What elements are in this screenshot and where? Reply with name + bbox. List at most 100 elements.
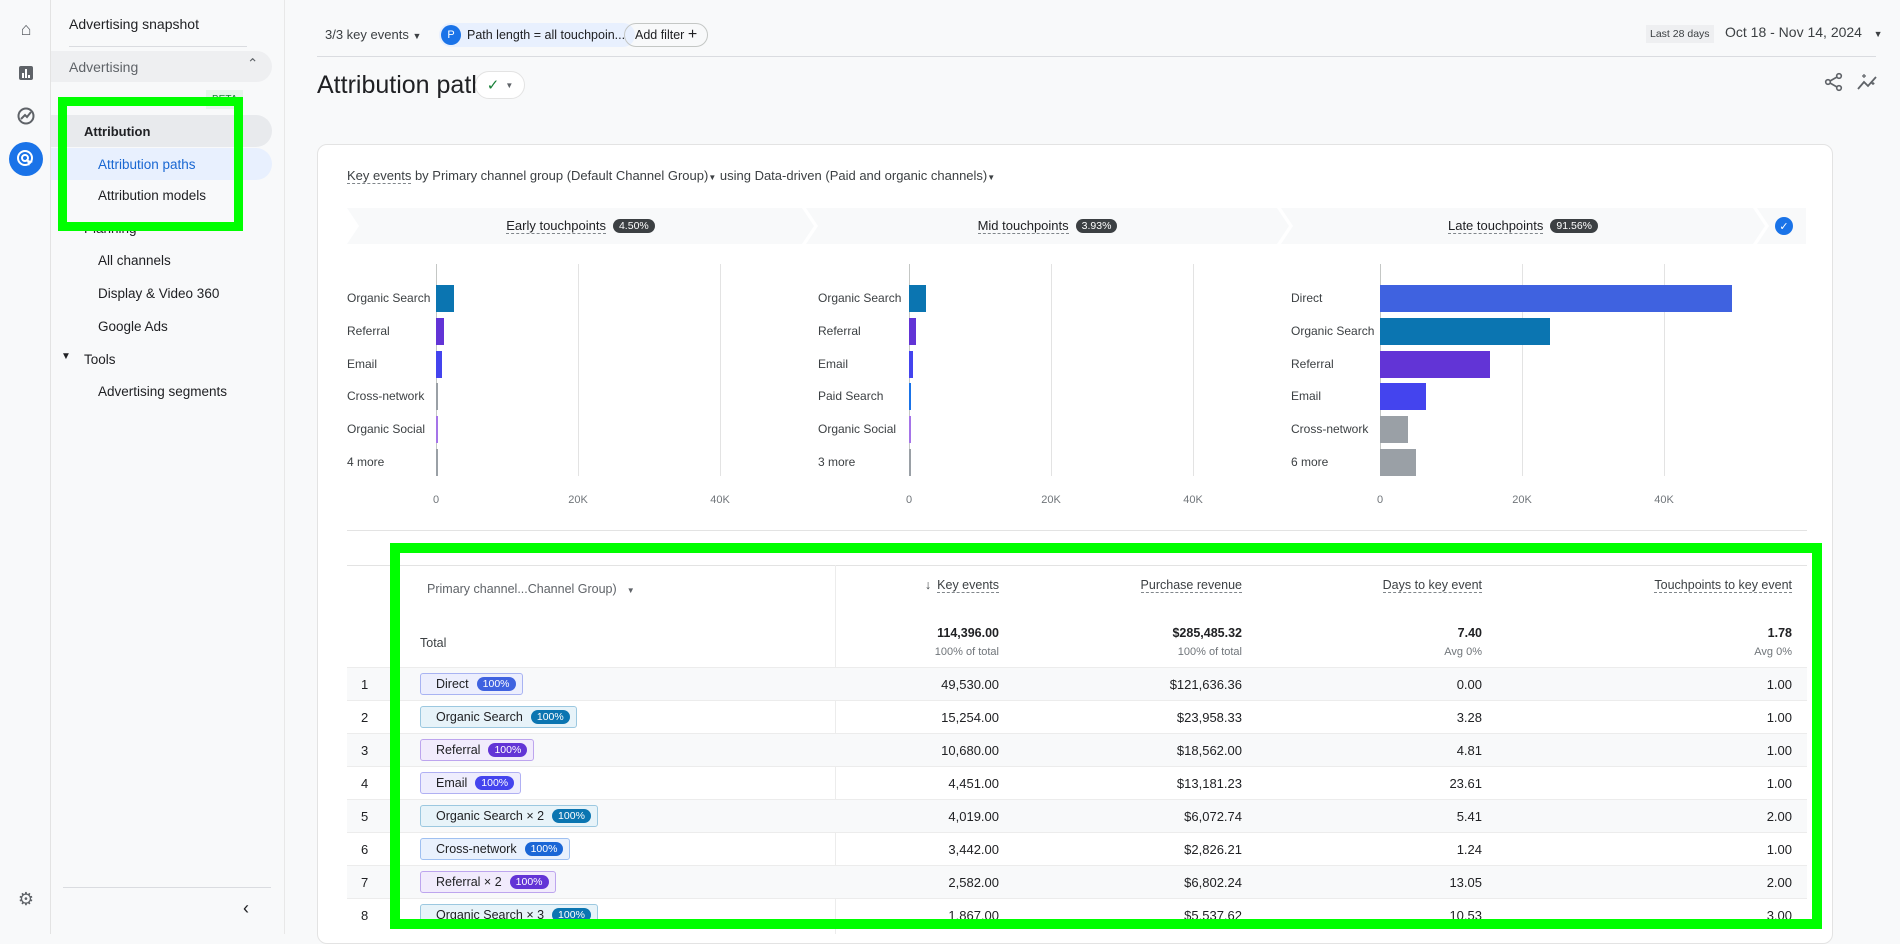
path-chip[interactable]: Referral 100%: [420, 739, 535, 761]
sidebar-group-advertising[interactable]: Advertising ⌃: [51, 51, 272, 82]
bar[interactable]: [436, 383, 438, 410]
path-chip[interactable]: Organic Search 100%: [420, 706, 577, 728]
table-row[interactable]: 7 Referral × 2 100% 2,582.00 $6,802.24 13.05 2…: [347, 865, 1807, 898]
table-row[interactable]: 1 Direct 100% 49,530.00 $121,636.36 0.00 1.00: [347, 667, 1807, 700]
key-events-dropdown[interactable]: 3/3 key events ▼: [325, 27, 421, 42]
column-header[interactable]: Purchase revenue: [1140, 578, 1242, 593]
sidebar-item-dv360[interactable]: Display & Video 360: [98, 286, 219, 301]
sidebar-item-attribution[interactable]: Attribution: [51, 115, 272, 147]
insights-icon[interactable]: [1856, 72, 1878, 97]
path-percent-badge: 100%: [552, 809, 591, 823]
bar[interactable]: [436, 285, 454, 312]
total-value: 1.78: [1767, 626, 1792, 640]
table-row[interactable]: 3 Referral 100% 10,680.00 $18,562.00 4.81 1.00: [347, 733, 1807, 766]
title-status-dropdown[interactable]: ✓ ▼: [475, 71, 525, 99]
path-label: Organic Search × 2: [436, 809, 545, 823]
advertising-icon[interactable]: [9, 142, 43, 176]
dimension-selector[interactable]: Primary channel group (Default Channel G…: [432, 168, 708, 183]
filter-chip[interactable]: P Path length = all touchpoin...: [439, 23, 636, 47]
sidebar-item-advertising-segments[interactable]: Advertising segments: [98, 384, 227, 399]
path-chip[interactable]: Organic Search × 3 100%: [420, 904, 598, 926]
cell-value: 1.00: [1766, 776, 1792, 791]
label: Attribution paths: [98, 157, 196, 172]
category-label: Paid Search: [818, 389, 884, 403]
tab-mid-touchpoints[interactable]: Mid touchpoints 3.93%: [806, 208, 1289, 244]
plus-icon: +: [687, 26, 698, 43]
cell-value: $2,826.21: [1184, 842, 1242, 857]
table-row[interactable]: 2 Organic Search 100% 15,254.00 $23,958.33 3.…: [347, 700, 1807, 733]
total-value: 7.40: [1457, 626, 1482, 640]
add-filter-button[interactable]: Add filter +: [624, 23, 709, 47]
path-chip[interactable]: Referral × 2 100%: [420, 871, 556, 893]
bar[interactable]: [1380, 383, 1427, 410]
column-header[interactable]: Days to key event: [1382, 578, 1482, 593]
sidebar-item-advertising-snapshot[interactable]: Advertising snapshot: [69, 16, 199, 32]
category-label: Email: [1291, 389, 1322, 403]
category-label: 3 more: [818, 455, 856, 469]
axis-tick-label: 0: [432, 494, 440, 506]
cell-value: 4.81: [1456, 743, 1482, 758]
bar[interactable]: [909, 416, 911, 443]
header-label: Touchpoints to key event: [1654, 578, 1792, 593]
check-circle-icon: ✓: [486, 77, 500, 94]
bar[interactable]: [1380, 351, 1491, 378]
cell-value: 1.00: [1766, 677, 1792, 692]
table-row[interactable]: 5 Organic Search × 2 100% 4,019.00 $6,072.74…: [347, 799, 1807, 832]
table-row[interactable]: 4 Email 100% 4,451.00 $13,181.23 23.61 1.00: [347, 766, 1807, 799]
bar[interactable]: [909, 383, 911, 410]
path-chip[interactable]: Direct 100%: [420, 673, 523, 695]
sidebar-item-all-channels[interactable]: All channels: [98, 253, 171, 268]
explore-icon[interactable]: [13, 103, 39, 129]
sidebar-item-attribution-models[interactable]: Attribution models: [98, 188, 206, 203]
path-chip[interactable]: Organic Search × 2 100%: [420, 805, 598, 827]
cell-value: 1.24: [1456, 842, 1482, 857]
column-header[interactable]: Touchpoints to key event: [1654, 578, 1792, 593]
path-chip[interactable]: Email 100%: [420, 772, 522, 794]
bar[interactable]: [436, 416, 438, 443]
bar[interactable]: [1380, 449, 1416, 476]
reports-icon[interactable]: [13, 60, 39, 86]
top-bar: 3/3 key events ▼ P Path length = all tou…: [285, 0, 1900, 57]
collapse-chevron-icon[interactable]: ‹: [243, 898, 249, 919]
axis-tick-label: 20K: [1512, 494, 1532, 506]
cell-value: 23.61: [1449, 776, 1482, 791]
axis-tick-label: 20K: [1041, 494, 1061, 506]
metric-selector[interactable]: Key events: [347, 168, 412, 184]
sidebar-item-planning[interactable]: Planning: [84, 221, 137, 236]
column-header[interactable]: ↓ Key events: [925, 578, 999, 593]
bar[interactable]: [1380, 416, 1409, 443]
bar[interactable]: [436, 449, 438, 476]
tab-late-touchpoints[interactable]: Late touchpoints 91.56%: [1281, 208, 1765, 244]
bar[interactable]: [1380, 318, 1551, 345]
bar[interactable]: [436, 318, 444, 345]
path-label: Organic Search: [436, 710, 523, 724]
bar[interactable]: [909, 449, 911, 476]
path-chip[interactable]: Cross-network 100%: [420, 838, 571, 860]
path-percent-badge: 100%: [476, 677, 516, 691]
path-label: Email: [436, 776, 468, 790]
caret-down-icon[interactable]: ▼: [61, 351, 71, 362]
date-range-picker[interactable]: Oct 18 - Nov 14, 2024 ▼: [1725, 24, 1883, 40]
model-selector[interactable]: Data-driven (Paid and organic channels): [755, 168, 988, 183]
sidebar-item-attribution-paths[interactable]: Attribution paths: [51, 148, 272, 180]
table-row[interactable]: 8 Organic Search × 3 100% 1,867.00 $5,537.62…: [347, 898, 1807, 931]
bar[interactable]: [436, 351, 442, 378]
bar[interactable]: [1380, 285, 1732, 312]
axis-tick-label: 40K: [1183, 494, 1203, 506]
divider: [63, 887, 271, 888]
gridline: [720, 264, 721, 476]
gear-icon[interactable]: ⚙: [13, 886, 39, 912]
category-label: 6 more: [1291, 455, 1329, 469]
total-subtext: 100% of total: [1177, 646, 1242, 658]
cell-value: 3,442.00: [948, 842, 999, 857]
table-row[interactable]: 6 Cross-network 100% 3,442.00 $2,826.21 1.24 1…: [347, 832, 1807, 865]
sidebar-item-tools[interactable]: Tools: [84, 352, 116, 367]
tab-early-touchpoints[interactable]: Early touchpoints 4.50%: [347, 208, 814, 244]
bar[interactable]: [909, 318, 917, 345]
bar[interactable]: [909, 351, 913, 378]
bar[interactable]: [909, 285, 927, 312]
sidebar-item-google-ads[interactable]: Google Ads: [98, 319, 168, 334]
home-icon[interactable]: ⌂: [13, 16, 39, 42]
share-icon[interactable]: [1824, 72, 1844, 97]
dimension-header-dropdown[interactable]: Primary channel...Channel Group) ▼: [427, 582, 635, 596]
